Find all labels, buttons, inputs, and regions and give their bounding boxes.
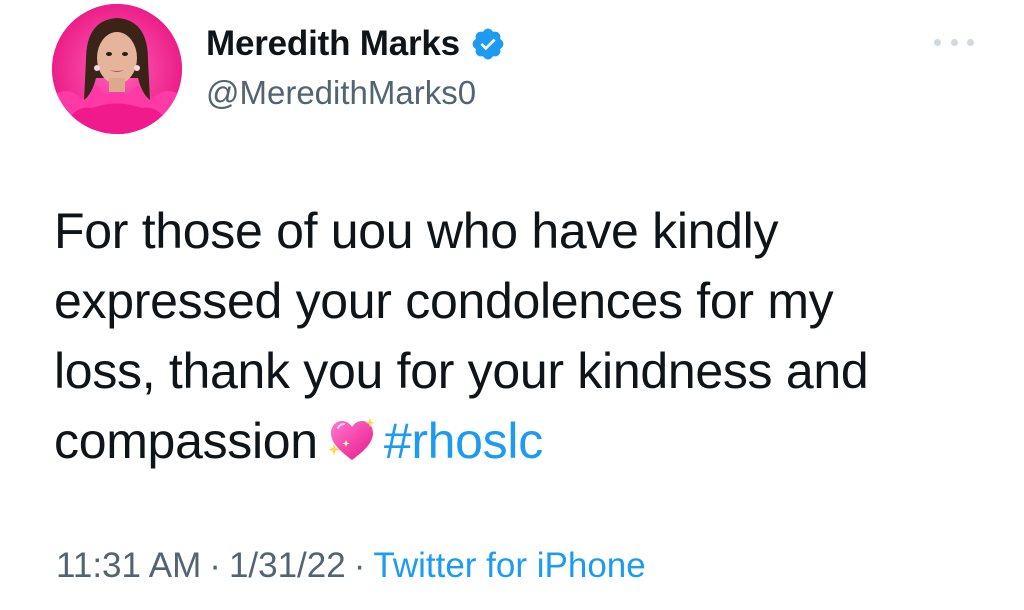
meta-separator: · <box>353 546 366 585</box>
more-options-icon <box>934 38 941 46</box>
tweet-text-line: expressed your condolences for my <box>54 273 834 329</box>
verified-badge-icon <box>470 26 506 62</box>
more-options-icon-dot <box>967 38 974 46</box>
tweet-text-line: loss, thank you for your kindness and <box>54 343 869 399</box>
avatar[interactable] <box>52 4 182 134</box>
hashtag-link[interactable]: #rhoslc <box>384 413 543 469</box>
tweet-body: For those of uou who have kindly express… <box>54 196 994 476</box>
tweet-text-line-last: compassion #rhoslc <box>54 406 994 476</box>
tweet-time[interactable]: 11:31 AM <box>56 546 201 585</box>
author-name-row: Meredith Marks <box>206 22 506 66</box>
author-handle[interactable]: @MeredithMarks0 <box>206 72 476 114</box>
meta-separator: · <box>209 546 221 585</box>
tweet-text-line: For those of uou who have kindly <box>54 203 779 259</box>
tweet-metadata: 11:31 AM · 1/31/22 · Twitter for iPhone <box>56 544 646 588</box>
avatar-photo <box>52 4 182 134</box>
more-options-icon-dot <box>950 38 958 46</box>
more-options-button[interactable] <box>934 30 974 54</box>
sparkling-heart-icon <box>326 414 378 466</box>
tweet-date[interactable]: 1/31/22 <box>229 546 346 585</box>
tweet-card: Meredith Marks @MeredithMarks0 For those… <box>0 0 1024 610</box>
author-display-name[interactable]: Meredith Marks <box>206 22 460 66</box>
tweet-source-link[interactable]: Twitter for iPhone <box>373 546 645 585</box>
tweet-text-fragment: compassion <box>54 413 318 469</box>
